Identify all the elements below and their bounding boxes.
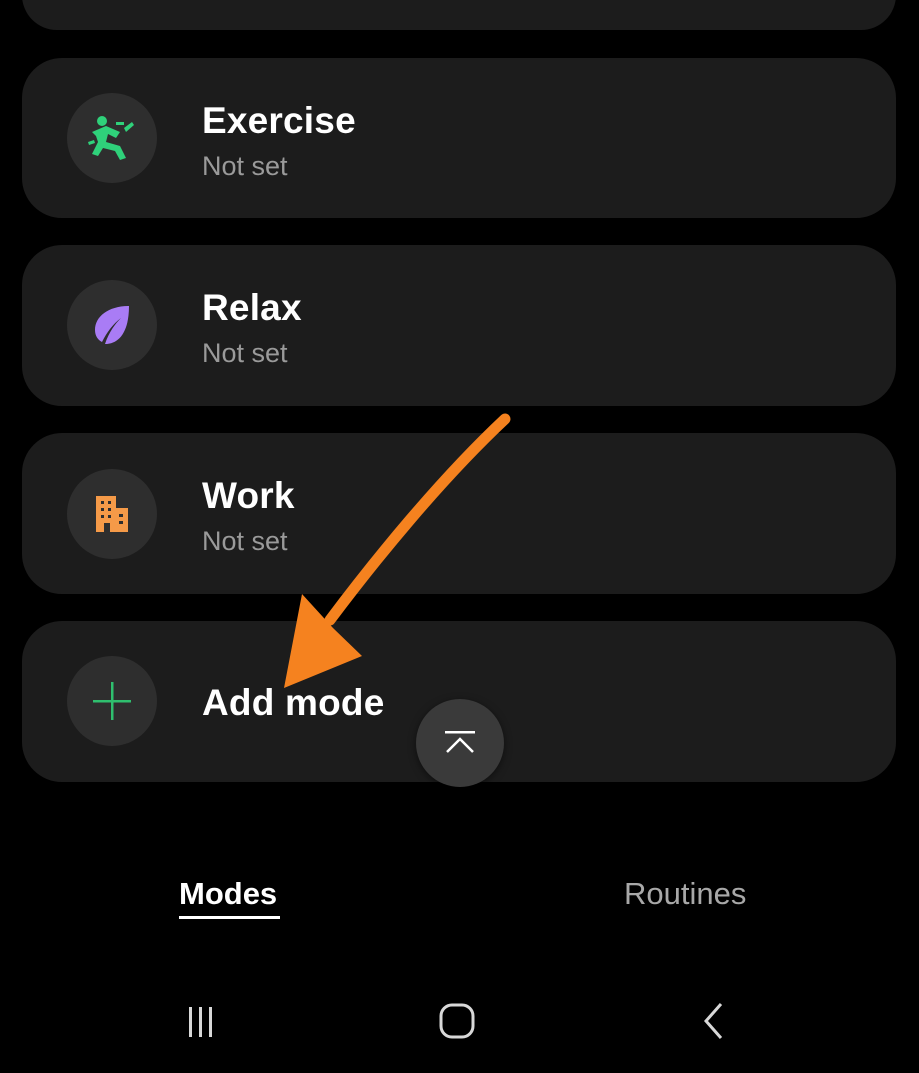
mode-status-exercise: Not set <box>202 151 288 181</box>
tab-modes-indicator <box>179 916 280 919</box>
back-icon <box>703 1003 723 1039</box>
building-icon <box>67 469 157 559</box>
mode-card-partial[interactable] <box>22 0 896 30</box>
mode-card-relax[interactable]: Relax Not set <box>22 245 896 406</box>
home-icon <box>439 1003 475 1039</box>
tab-modes[interactable]: Modes <box>179 876 277 912</box>
mode-status-work: Not set <box>202 526 288 556</box>
leaf-icon <box>67 280 157 370</box>
mode-title-work: Work <box>202 475 295 516</box>
add-mode-label: Add mode <box>202 682 385 723</box>
mode-title-relax: Relax <box>202 287 302 328</box>
mode-title-exercise: Exercise <box>202 100 356 141</box>
recent-apps-button[interactable] <box>170 995 230 1047</box>
mode-card-work[interactable]: Work Not set <box>22 433 896 594</box>
scroll-to-top-button[interactable] <box>416 699 504 787</box>
home-button[interactable] <box>427 995 487 1047</box>
exercise-icon <box>67 93 157 183</box>
mode-card-exercise[interactable]: Exercise Not set <box>22 58 896 218</box>
plus-icon <box>67 656 157 746</box>
tab-routines[interactable]: Routines <box>624 876 746 912</box>
mode-status-relax: Not set <box>202 338 288 368</box>
back-button[interactable] <box>684 995 744 1047</box>
recent-apps-icon <box>189 1007 212 1037</box>
scroll-to-top-icon <box>445 731 475 753</box>
